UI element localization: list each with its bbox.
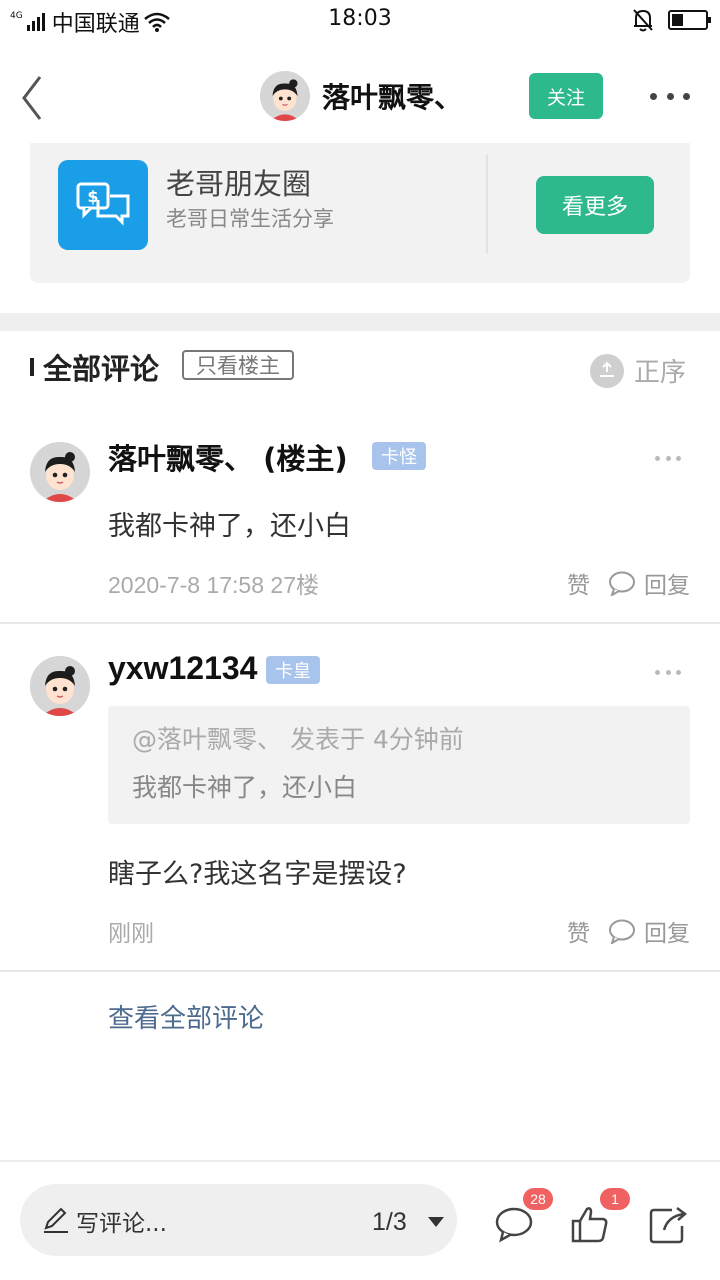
quote-header: @落叶飘零、 发表于 4分钟前 [132,725,464,754]
comment-username[interactable]: yxw12134 [108,650,257,687]
like-button[interactable]: 赞 [567,914,590,948]
svg-text:$: $ [87,187,98,206]
back-icon[interactable] [18,73,48,123]
op-only-toggle[interactable]: 只看楼主 [182,350,294,380]
section-marker [30,358,34,376]
group-subtitle: 老哥日常生活分享 [166,207,334,231]
comment-text: 瞎子么?我这名字是摆设? [108,859,407,890]
comments-header: 全部评论 只看楼主 正序 [0,332,720,402]
user-level-badge: 卡皇 [266,656,320,684]
comment-meta: 刚刚 [108,920,154,946]
write-comment-placeholder[interactable]: 写评论... [76,1204,167,1238]
comment-icon[interactable] [494,1204,534,1244]
user-level-badge: 卡怪 [372,442,426,470]
reply-bubble-icon [609,919,635,944]
follow-button[interactable]: 关注 [529,73,603,119]
avatar[interactable] [30,442,90,502]
comments-title: 全部评论 [43,352,160,386]
author-info[interactable]: 落叶飘零、 [260,71,462,121]
reply-label[interactable]: 回复 [644,566,690,600]
like-button[interactable]: 赞 [567,566,590,600]
reply-bubble-icon [609,571,635,596]
write-comment-input[interactable]: 写评论... 1/3 [20,1184,457,1256]
comment-actions: 赞 回复 [567,914,690,948]
section-divider [0,313,720,331]
see-more-button[interactable]: 看更多 [536,176,654,234]
reply-label[interactable]: 回复 [644,914,690,948]
group-card[interactable]: $ 老哥朋友圈 老哥日常生活分享 看更多 [30,143,690,283]
view-all-comments-link[interactable]: 查看全部评论 [108,998,264,1035]
sort-order-toggle[interactable]: 正序 [590,352,686,389]
clock: 18:03 [328,6,392,31]
comment-actions: 赞 回复 [567,566,690,600]
avatar[interactable] [30,656,90,716]
comment-count-badge: 28 [523,1188,553,1210]
more-options-icon[interactable] [650,83,690,109]
share-icon[interactable] [648,1204,688,1244]
reply-button[interactable]: 回复 [608,566,690,600]
mute-bell-icon [633,9,653,32]
battery-icon [668,10,711,30]
quote-text: 我都卡神了，还小白 [132,773,358,802]
comment-text: 我都卡神了，还小白 [108,511,351,542]
comment-username[interactable]: 落叶飘零、 (楼主) [108,436,348,478]
comment-item: 落叶飘零、 (楼主) 卡怪 我都卡神了，还小白 2020-7-8 17:58 2… [0,412,720,624]
comment-meta: 2020-7-8 17:58 27楼 [108,572,319,598]
comment-item: yxw12134 卡皇 @落叶飘零、 发表于 4分钟前 我都卡神了，还小白 瞎子… [0,626,720,972]
divider [486,155,488,253]
author-name[interactable]: 落叶飘零、 [322,76,462,116]
nav-bar: 落叶飘零、 关注 [0,55,720,139]
like-count-badge: 1 [600,1188,630,1210]
bottom-bar: 写评论... 1/3 28 1 [0,1160,720,1280]
comment-more-icon[interactable] [655,670,681,676]
group-title: 老哥朋友圈 [166,167,312,201]
sort-label[interactable]: 正序 [634,352,686,389]
page-indicator[interactable]: 1/3 [372,1208,407,1237]
thumbs-up-icon[interactable] [570,1204,610,1244]
quoted-comment[interactable]: @落叶飘零、 发表于 4分钟前 我都卡神了，还小白 [108,706,690,824]
status-bar: 4G 中国联通 18:03 [0,0,720,40]
reply-button[interactable]: 回复 [608,914,690,948]
dropdown-caret-icon[interactable] [428,1217,444,1227]
chat-dollar-icon: $ [58,160,148,250]
sort-icon [590,353,624,388]
comment-more-icon[interactable] [655,456,681,462]
author-avatar[interactable] [260,71,310,121]
pencil-icon [44,1207,68,1233]
